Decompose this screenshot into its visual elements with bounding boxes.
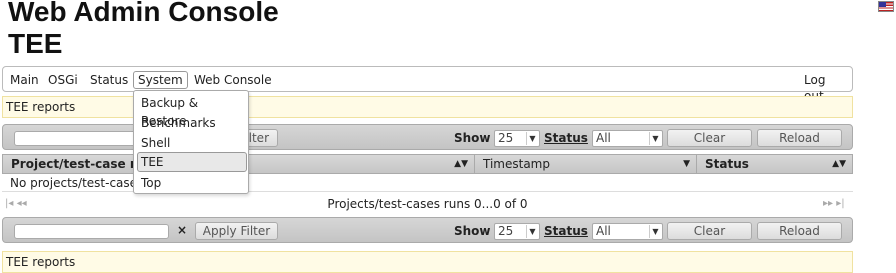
sort-icon: ▲▼ [454, 159, 468, 169]
status-filter-label[interactable]: Status [544, 224, 588, 238]
nav-status[interactable]: Status [85, 71, 133, 89]
menu-item-tee[interactable]: TEE [137, 152, 247, 172]
page-size-select[interactable]: 25 ▼ [494, 130, 540, 147]
menu-item-backup-restore[interactable]: Backup & Restore [137, 93, 247, 128]
nav-system[interactable]: System [133, 71, 188, 89]
menu-item-shell[interactable]: Shell [137, 133, 247, 153]
page-size-value: 25 [498, 224, 514, 238]
pager: |◂ ◂◂ Projects/test-cases runs 0...0 of … [2, 195, 853, 213]
apply-filter-button[interactable]: Apply Filter [195, 222, 278, 240]
status-filter-label[interactable]: Status [544, 131, 588, 145]
status-select-value: All [596, 131, 611, 145]
column-header-timestamp[interactable]: Timestamp ▼ [475, 155, 697, 173]
pager-info: Projects/test-cases runs 0...0 of 0 [327, 197, 528, 211]
reload-button[interactable]: Reload [757, 129, 842, 147]
reload-button[interactable]: Reload [757, 222, 842, 240]
column-label: Timestamp [483, 157, 550, 171]
main-navbar: Main OSGi Status System Web Console Log … [2, 66, 853, 103]
logout-link[interactable]: Log out [799, 71, 852, 103]
show-label: Show [454, 224, 491, 238]
clear-button[interactable]: Clear [667, 222, 752, 240]
system-dropdown-menu: Backup & Restore Benchmarks Shell TEE To… [133, 90, 249, 194]
clear-filter-icon[interactable]: × [177, 223, 187, 237]
console-title: Web Admin Console [8, 0, 279, 27]
table-header: Project/test-case n ▲▼ Timestamp ▼ Status ▲… [2, 154, 853, 174]
column-label: Project/test-case n [11, 157, 139, 171]
column-header-status[interactable]: Status ▲▼ [697, 155, 852, 173]
filter-toolbar-top: lter Show 25 ▼ Status All ▼ Clear Reload [2, 124, 853, 150]
chevron-down-icon: ▼ [526, 132, 538, 145]
page-size-select[interactable]: 25 ▼ [494, 223, 540, 240]
us-flag-icon[interactable] [878, 1, 894, 12]
tee-reports-banner-top: TEE reports [2, 96, 853, 118]
sort-icon: ▲▼ [832, 159, 846, 169]
nav-web-console[interactable]: Web Console [189, 71, 277, 89]
column-label: Status [705, 157, 749, 171]
chevron-down-icon: ▼ [649, 225, 661, 238]
empty-table-message: No projects/test-case [2, 174, 853, 192]
chevron-down-icon: ▼ [649, 132, 661, 145]
plugin-title: TEE [8, 28, 63, 59]
tee-reports-banner-bottom: TEE reports [2, 251, 853, 273]
page-title: Web Admin Console TEE [8, 0, 279, 60]
status-select[interactable]: All ▼ [592, 130, 663, 147]
sort-desc-icon: ▼ [683, 159, 690, 169]
filter-toolbar-bottom: × Apply Filter Show 25 ▼ Status All ▼ Clea… [2, 217, 853, 243]
status-select-value: All [596, 224, 611, 238]
nav-osgi[interactable]: OSGi [43, 71, 83, 89]
filter-input[interactable] [14, 224, 169, 239]
clear-button[interactable]: Clear [667, 129, 752, 147]
show-label: Show [454, 131, 491, 145]
nav-main[interactable]: Main [5, 71, 44, 89]
chevron-down-icon: ▼ [526, 225, 538, 238]
status-select[interactable]: All ▼ [592, 223, 663, 240]
menu-item-benchmarks[interactable]: Benchmarks [137, 113, 247, 133]
pager-next-last[interactable]: ▸▸ ▸| [823, 195, 845, 213]
page-size-value: 25 [498, 131, 514, 145]
menu-item-top[interactable]: Top [137, 173, 247, 193]
